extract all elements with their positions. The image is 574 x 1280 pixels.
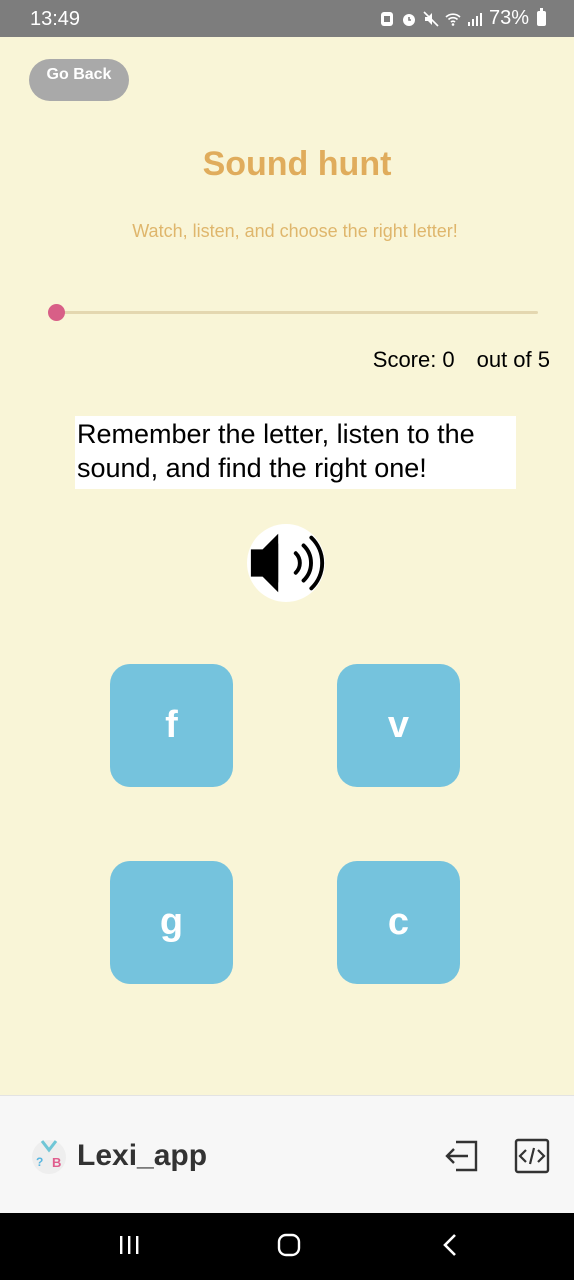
system-nav-bar [0, 1213, 574, 1280]
back-icon[interactable] [441, 1233, 459, 1257]
battery-percent: 73% [488, 7, 529, 29]
progress-thumb [48, 304, 65, 321]
score-total: out of 5 [476, 347, 550, 372]
home-icon[interactable] [277, 1233, 301, 1257]
signal-icon [467, 12, 482, 26]
instruction-text: Remember the letter, listen to the sound… [75, 416, 516, 489]
page-subtitle: Watch, listen, and choose the right lett… [132, 221, 458, 241]
letter-option-g[interactable]: g [110, 861, 233, 984]
progress-track [56, 311, 538, 314]
score-label: Score: [372, 347, 437, 372]
page-title: Sound hunt [202, 145, 392, 183]
score: Score: 0 out of 5 [373, 347, 550, 373]
mute-icon [423, 10, 439, 27]
letter-option-c[interactable]: c [337, 861, 460, 984]
recents-icon[interactable] [118, 1233, 140, 1257]
progress-slider [48, 303, 538, 321]
exit-icon[interactable] [444, 1138, 480, 1174]
svg-text:B: B [52, 1155, 61, 1170]
app-logo-icon: ? B [32, 1140, 66, 1174]
alarm-icon [402, 13, 415, 26]
score-value: 0 [442, 347, 455, 372]
speaker-icon [250, 533, 325, 593]
wifi-icon [445, 12, 461, 26]
code-icon[interactable] [514, 1138, 550, 1174]
battery-icon [537, 8, 546, 26]
sound-hunt-screen: Go Back Sound hunt Watch, listen, and ch… [0, 37, 574, 1095]
status-bar: 13:49 73% [0, 0, 574, 37]
letter-option-v[interactable]: v [337, 664, 460, 787]
go-back-button[interactable]: Go Back [29, 59, 129, 101]
letter-option-f[interactable]: f [110, 664, 233, 787]
app-name: Lexi_app [77, 1139, 208, 1172]
status-icons: 73% [379, 7, 546, 30]
play-sound-button[interactable] [247, 524, 325, 602]
svg-text:?: ? [36, 1155, 43, 1169]
status-time: 13:49 [30, 8, 81, 30]
app-bar: ? B Lexi_app [0, 1095, 574, 1213]
notification-icon [380, 11, 393, 26]
